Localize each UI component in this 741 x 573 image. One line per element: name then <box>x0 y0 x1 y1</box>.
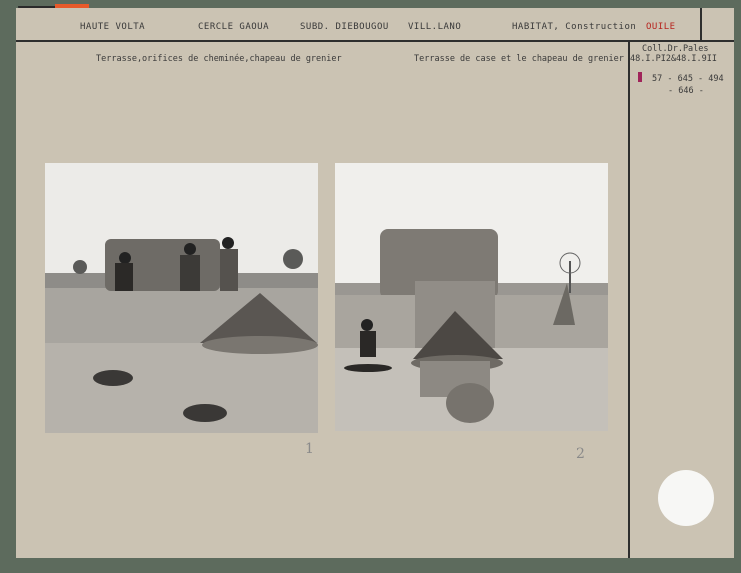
inventory-ref: 48.I.PI2&48.I.9II <box>630 54 717 64</box>
photo-right-image <box>335 163 608 431</box>
caption-right: Terrasse de case et le chapeau de grenie… <box>414 54 624 64</box>
header-rule <box>16 40 734 42</box>
header-cercle: CERCLE GAOUA <box>198 22 270 32</box>
header-subdivision: SUBD. DIEBOUGOU <box>300 22 389 32</box>
red-mark <box>638 72 642 82</box>
photo-right <box>335 163 608 431</box>
numbers-line-2: - 646 - <box>668 86 704 96</box>
numbers-line-1: 57 - 645 - 494 <box>652 74 724 84</box>
photo-left <box>45 163 318 433</box>
photo-number-1: 1 <box>305 441 314 457</box>
header-village: VILL.LANO <box>408 22 462 32</box>
header-subject: HABITAT, Construction <box>512 22 637 32</box>
header-people: OUILE <box>646 22 676 32</box>
header-divider <box>700 8 702 42</box>
collection-ref: Coll.Dr.Pales <box>642 44 709 54</box>
caption-left: Terrasse,orifices de cheminée,chapeau de… <box>96 54 342 64</box>
header-region: HAUTE VOLTA <box>80 22 146 32</box>
margin-rule <box>628 40 630 558</box>
white-sticker <box>658 470 714 526</box>
photo-left-image <box>45 163 318 433</box>
photo-number-2: 2 <box>576 446 585 462</box>
